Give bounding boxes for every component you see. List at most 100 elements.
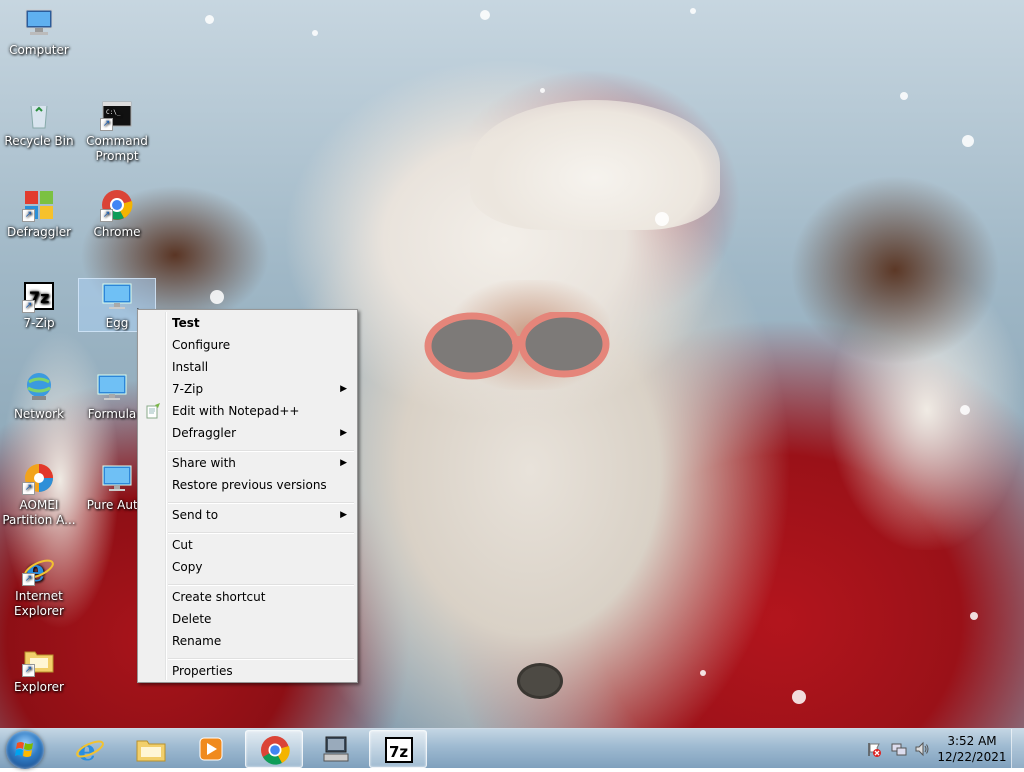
7zip-icon: 7z <box>385 737 413 763</box>
menu-item-defraggler[interactable]: Defraggler ▶ <box>140 422 355 444</box>
snowflake <box>205 15 214 24</box>
aomei-icon: ↗ <box>22 461 56 495</box>
desktop-icon-explorer[interactable]: ↗ Explorer <box>1 643 77 695</box>
menu-item-restore-previous-versions[interactable]: Restore previous versions <box>140 474 355 496</box>
network-icon <box>22 370 56 404</box>
menu-item-label: Delete <box>172 612 212 626</box>
submenu-arrow-icon: ▶ <box>340 384 347 394</box>
desktop-icon-aomei[interactable]: ↗ AOMEI Partition A... <box>1 461 77 528</box>
wallpaper-sunglasses <box>424 312 610 380</box>
context-menu: Test Configure Install 7-Zip ▶ Edit with … <box>137 309 358 683</box>
snowflake <box>210 290 224 304</box>
7zip-icon: 7z ↗ <box>22 279 56 313</box>
menu-item-copy[interactable]: Copy <box>140 556 355 578</box>
menu-item-send-to[interactable]: Send to ▶ <box>140 504 355 526</box>
explorer-folder-icon: ↗ <box>22 643 56 677</box>
taskbar-control-panel[interactable] <box>307 730 365 768</box>
menu-item-label: Install <box>172 360 209 374</box>
desktop-icon-label: Internet Explorer <box>14 589 64 618</box>
menu-item-label: Defraggler <box>172 426 237 440</box>
desktop-icon-command-prompt[interactable]: C:\_ ↗ Command Prompt <box>79 97 155 164</box>
menu-item-label: Configure <box>172 338 231 352</box>
menu-item-label: Share with <box>172 456 236 470</box>
taskbar-media-player[interactable] <box>182 730 240 768</box>
shortcut-arrow-icon: ↗ <box>22 209 35 222</box>
desktop-icon-label: AOMEI Partition A... <box>2 498 76 527</box>
menu-item-share-with[interactable]: Share with ▶ <box>140 452 355 474</box>
wallpaper-coat-button <box>520 666 560 696</box>
snowflake <box>960 405 970 415</box>
desktop-icon-label: Chrome <box>93 225 141 239</box>
network-icon[interactable] <box>891 741 907 757</box>
snowflake <box>792 690 806 704</box>
monitor-icon <box>100 279 134 313</box>
computer-icon <box>22 6 56 40</box>
clock[interactable]: 3:52 AM 12/22/2021 <box>934 733 1010 765</box>
action-center-flag-icon[interactable] <box>866 741 882 757</box>
monitor-icon <box>95 370 129 404</box>
clock-date: 12/22/2021 <box>937 750 1007 764</box>
menu-item-label: Edit with Notepad++ <box>172 404 300 418</box>
menu-item-create-shortcut[interactable]: Create shortcut <box>140 586 355 608</box>
snowflake <box>900 92 908 100</box>
menu-item-properties[interactable]: Properties <box>140 660 355 682</box>
snowflake <box>690 8 696 14</box>
snowflake <box>962 135 974 147</box>
snowflake <box>312 30 318 36</box>
chrome-icon: ↗ <box>100 188 134 222</box>
taskbar-windows-explorer[interactable] <box>122 730 180 768</box>
speaker-icon[interactable] <box>914 741 930 757</box>
taskbar: e 7z 3:52 AM 12/22/2021 <box>0 728 1024 769</box>
desktop-icon-internet-explorer[interactable]: e ↗ Internet Explorer <box>1 552 77 619</box>
defraggler-icon: ↗ <box>22 188 56 222</box>
internet-explorer-icon: e <box>76 734 104 765</box>
desktop-icon-label: Recycle Bin <box>4 134 74 148</box>
menu-item-delete[interactable]: Delete <box>140 608 355 630</box>
shortcut-arrow-icon: ↗ <box>100 209 113 222</box>
wallpaper-hat-trim <box>470 100 720 230</box>
clock-time: 3:52 AM <box>947 734 997 748</box>
menu-item-label: Create shortcut <box>172 590 266 604</box>
desktop-icon-computer[interactable]: Computer <box>1 6 77 58</box>
desktop-icon-7zip[interactable]: 7z ↗ 7-Zip <box>1 279 77 331</box>
desktop-icon-recycle-bin[interactable]: Recycle Bin <box>1 97 77 149</box>
menu-item-label: Restore previous versions <box>172 478 327 492</box>
shortcut-arrow-icon: ↗ <box>22 664 35 677</box>
desktop[interactable]: Computer Recycle Bin C:\_ ↗ Command Prom… <box>0 0 1024 728</box>
menu-item-edit-with-notepad[interactable]: Edit with Notepad++ <box>140 400 355 422</box>
menu-item-label: Cut <box>172 538 193 552</box>
menu-item-configure[interactable]: Configure <box>140 334 355 356</box>
monitor-icon <box>100 461 134 495</box>
wallpaper-glove-right <box>790 175 1000 365</box>
desktop-icon-label: 7-Zip <box>23 316 55 330</box>
internet-explorer-icon: e ↗ <box>22 552 56 589</box>
start-button[interactable] <box>6 731 44 769</box>
menu-item-label: Copy <box>172 560 203 574</box>
submenu-arrow-icon: ▶ <box>340 510 347 520</box>
taskbar-internet-explorer[interactable]: e <box>61 730 119 768</box>
show-desktop-button[interactable] <box>1011 729 1024 769</box>
shortcut-arrow-icon: ↗ <box>100 118 113 131</box>
desktop-icon-network[interactable]: Network <box>1 370 77 422</box>
submenu-arrow-icon: ▶ <box>340 428 347 438</box>
desktop-icon-chrome[interactable]: ↗ Chrome <box>79 188 155 240</box>
taskbar-chrome[interactable] <box>245 730 303 768</box>
taskbar-7zip[interactable]: 7z <box>369 730 427 768</box>
shortcut-arrow-icon: ↗ <box>22 573 35 586</box>
command-prompt-icon: C:\_ ↗ <box>100 97 134 131</box>
desktop-icon-defraggler[interactable]: ↗ Defraggler <box>1 188 77 240</box>
menu-item-test[interactable]: Test <box>140 312 355 334</box>
menu-item-label: Test <box>172 316 200 330</box>
desktop-icon-label: Defraggler <box>6 225 72 239</box>
shortcut-arrow-icon: ↗ <box>22 300 35 313</box>
menu-item-cut[interactable]: Cut <box>140 534 355 556</box>
snowflake <box>540 88 545 93</box>
notepad-plus-plus-icon <box>145 403 161 419</box>
explorer-folder-icon <box>136 740 166 762</box>
menu-item-7zip[interactable]: 7-Zip ▶ <box>140 378 355 400</box>
menu-item-rename[interactable]: Rename <box>140 630 355 652</box>
menu-item-install[interactable]: Install <box>140 356 355 378</box>
desktop-icon-label: Network <box>13 407 65 421</box>
computer-monitor-icon <box>323 736 349 762</box>
chrome-icon <box>261 736 290 765</box>
